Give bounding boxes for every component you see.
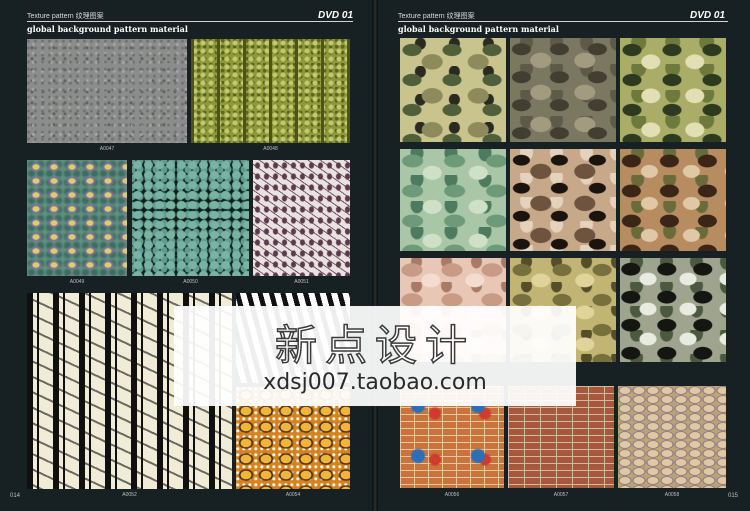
header-rule bbox=[398, 21, 728, 22]
page-number: 014 bbox=[10, 493, 21, 499]
texture-tile bbox=[191, 39, 350, 143]
texture-tile bbox=[510, 149, 616, 251]
page-header: Texture pattern 纹理图案 bbox=[398, 13, 475, 20]
texture-caption: A0048 bbox=[263, 146, 278, 152]
right-page: Texture pattern 纹理图案 DVD 01 global backg… bbox=[378, 0, 750, 511]
texture-caption: A0047 bbox=[99, 146, 115, 152]
page-subtitle: global background pattern material bbox=[27, 24, 188, 34]
texture-caption: A0057 bbox=[553, 492, 569, 498]
texture-tile bbox=[620, 258, 726, 362]
page-subtitle: global background pattern material bbox=[398, 24, 559, 34]
texture-tile bbox=[618, 386, 726, 488]
watermark-url: xdsj007.taobao.com bbox=[263, 370, 487, 395]
texture-caption: A0049 bbox=[69, 279, 85, 285]
texture-tile bbox=[400, 38, 506, 142]
texture-tile bbox=[620, 149, 726, 251]
texture-tile bbox=[510, 38, 616, 142]
page-header: Texture pattern 纹理图案 bbox=[27, 13, 104, 20]
texture-caption: A0052 bbox=[122, 492, 137, 498]
watermark-banner: 新点设计 xdsj007.taobao.com bbox=[174, 306, 576, 406]
texture-tile bbox=[400, 149, 506, 251]
texture-tile bbox=[132, 160, 249, 276]
texture-tile bbox=[620, 38, 726, 142]
dvd-label: DVD 01 bbox=[318, 10, 354, 21]
texture-tile bbox=[27, 39, 187, 143]
watermark-chinese-text: 新点设计 bbox=[274, 320, 475, 371]
texture-tile bbox=[27, 160, 127, 276]
dvd-label: DVD 01 bbox=[690, 10, 726, 21]
header-rule bbox=[27, 21, 353, 22]
texture-tile bbox=[253, 160, 350, 276]
texture-caption: A0056 bbox=[444, 492, 460, 498]
texture-caption: A0051 bbox=[294, 279, 309, 285]
page-number: 015 bbox=[728, 493, 739, 499]
left-page: Texture pattern 纹理图案 DVD 01 global backg… bbox=[0, 0, 372, 511]
texture-caption: A0058 bbox=[664, 492, 680, 498]
texture-caption: A0050 bbox=[183, 279, 198, 285]
texture-caption: A0054 bbox=[285, 492, 301, 498]
